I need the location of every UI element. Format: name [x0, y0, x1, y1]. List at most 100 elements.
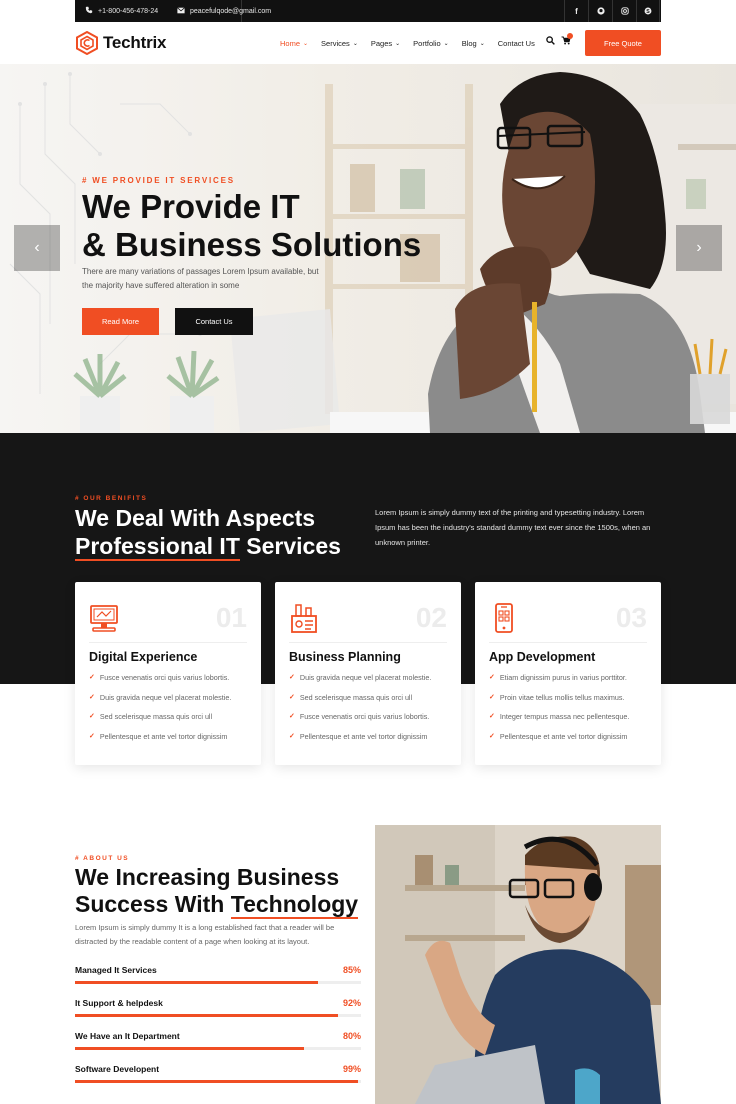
card-feature-list: ✓ Duis gravida neque vel placerat molesti…: [289, 673, 431, 751]
check-icon: ✓: [289, 713, 295, 720]
phone-contact[interactable]: +1-800-456-478-24: [85, 0, 158, 22]
skill-bar: Software Developent 99%: [75, 1064, 361, 1083]
check-icon: ✓: [89, 732, 95, 740]
skill-percent: 99%: [342, 1064, 361, 1074]
phone-icon: [85, 6, 93, 16]
list-item: ✓ Pellentesque et ante vel tortor digniss…: [289, 732, 431, 752]
skill-bar: It Support & helpdesk 92%: [75, 998, 361, 1017]
nav-item-pages[interactable]: Pages ⌄: [371, 39, 400, 48]
skill-percent: 80%: [342, 1031, 361, 1041]
skill-fill: [75, 981, 319, 984]
about-image: [375, 825, 661, 1104]
chevron-down-icon: ⌄: [303, 40, 309, 47]
skill-fill: [75, 1014, 339, 1017]
hero-title-line: We Provide IT: [82, 188, 300, 225]
email-contact[interactable]: peacefulqode@gmail.com: [177, 0, 271, 22]
read-more-button[interactable]: Read More: [82, 308, 159, 335]
list-item-text: Pellentesque et ante vel tortor dignissi…: [499, 731, 628, 741]
nav-menu: Home ⌄ Services ⌄ Pages ⌄ Portfolio ⌄ Bl…: [280, 22, 548, 64]
skill-percent: 92%: [342, 998, 361, 1008]
facebook-icon[interactable]: f: [564, 0, 588, 22]
check-icon: ✓: [289, 732, 295, 740]
skill-percent: 85%: [342, 965, 361, 975]
top-bar: +1-800-456-478-24 peacefulqode@gmail.com…: [0, 0, 736, 22]
email-address: peacefulqode@gmail.com: [190, 7, 272, 15]
list-item: ✓ Pellentesque et ante vel tortor digniss…: [489, 732, 629, 752]
service-card[interactable]: 01 Digital Experience ✓ Fusce venenatis o…: [75, 582, 261, 765]
contact-us-button[interactable]: Contact Us: [175, 308, 253, 335]
benefits-title-line: We Deal With Aspects: [75, 505, 316, 531]
benefits-title: We Deal With Aspects Professional IT Ser…: [75, 504, 341, 561]
logo-text: Techtrix: [103, 33, 167, 52]
free-quote-button[interactable]: Free Quote: [585, 30, 661, 56]
skill-bar: We Have an It Department 80%: [75, 1031, 361, 1050]
check-icon: ✓: [489, 732, 495, 740]
main-nav: Techtrix Home ⌄ Services ⌄ Pages ⌄ Portf…: [0, 22, 736, 64]
skill-fill: [75, 1047, 304, 1050]
nav-item-label: Blog: [461, 38, 477, 48]
list-item-text: Pellentesque et ante vel tortor dignissi…: [299, 731, 428, 741]
nav-item-label: Pages: [370, 38, 393, 48]
list-item-text: Sed scelerisque massa quis orci ull: [99, 712, 213, 721]
chevron-right-icon: ›: [696, 239, 702, 256]
list-item-text: Sed scelerisque massa quis orci ull: [299, 692, 413, 702]
prev-slide-button[interactable]: ‹: [14, 225, 60, 271]
card-number: 02: [415, 602, 447, 633]
chevron-down-icon: ⌄: [352, 40, 358, 47]
check-icon: ✓: [489, 693, 495, 701]
benefits-description: Lorem Ipsum is simply dummy text of the …: [375, 508, 651, 547]
phone-number: +1-800-456-478-24: [98, 7, 159, 15]
about-title-prefix: Success With: [75, 891, 231, 917]
github-icon[interactable]: [588, 0, 612, 22]
list-item: ✓ Duis gravida neque vel placerat molesti…: [289, 673, 431, 693]
skill-track: [75, 1047, 361, 1050]
benefits-title-line: Professional IT Services: [75, 532, 341, 561]
nav-item-contact[interactable]: Contact Us: [498, 39, 535, 48]
list-item-text: Fusce venenatis orci quis varius loborti…: [99, 673, 230, 682]
service-card[interactable]: 03 App Development ✓ Etiam dignissim puru…: [475, 582, 661, 765]
man-with-headset-photo: [375, 825, 661, 1104]
divider: [489, 642, 647, 643]
monitor-icon: [90, 605, 118, 632]
card-title: Business Planning: [289, 650, 401, 664]
top-bar-inner: +1-800-456-478-24 peacefulqode@gmail.com…: [75, 0, 661, 22]
mobile-app-icon: [495, 603, 513, 633]
list-item-text: Pellentesque et ante vel tortor dignissi…: [99, 731, 228, 741]
list-item-text: Etiam dignissim purus in varius porttito…: [499, 673, 627, 682]
list-item: ✓ Sed scelerisque massa quis orci ull: [89, 712, 231, 732]
list-item: ✓ Duis gravida neque vel placerat molesti…: [89, 693, 231, 713]
nav-item-services[interactable]: Services ⌄: [321, 39, 358, 48]
divider: [89, 642, 247, 643]
check-icon: ✓: [89, 674, 95, 681]
next-slide-button[interactable]: ›: [676, 225, 722, 271]
chevron-down-icon: ⌄: [443, 40, 449, 47]
check-icon: ✓: [89, 713, 95, 720]
nav-item-portfolio[interactable]: Portfolio ⌄: [413, 39, 449, 48]
hero-eyebrow: # WE PROVIDE IT SERVICES: [82, 176, 235, 185]
list-item: ✓ Integer tempus massa nec pellentesque.: [489, 712, 629, 732]
benefits-title-rest: Services: [239, 533, 341, 559]
nav-item-home[interactable]: Home ⌄: [280, 39, 308, 48]
card-title: App Development: [489, 650, 596, 664]
skype-icon[interactable]: S: [636, 0, 660, 22]
list-item-text: Proin vitae tellus mollis tellus maximus…: [499, 692, 625, 702]
hero-description-line: the majority have suffered alteration in…: [82, 281, 240, 290]
service-card[interactable]: 02 Business Planning ✓ Duis gravida neque…: [275, 582, 461, 765]
skill-track: [75, 1014, 361, 1017]
check-icon: ✓: [289, 674, 295, 681]
skill-label: It Support & helpdesk: [75, 998, 163, 1008]
benefits-title-highlight: Professional IT: [75, 533, 240, 561]
instagram-icon[interactable]: [612, 0, 636, 22]
skill-track: [75, 981, 361, 984]
check-icon: ✓: [289, 693, 295, 701]
check-icon: ✓: [489, 674, 495, 681]
nav-item-label: Services: [321, 38, 350, 48]
nav-item-blog[interactable]: Blog ⌄: [462, 39, 485, 48]
check-icon: ✓: [489, 713, 495, 720]
list-item: ✓ Etiam dignissim purus in varius porttit…: [489, 673, 629, 693]
search-icon[interactable]: [546, 36, 555, 48]
logo[interactable]: Techtrix: [75, 31, 166, 55]
card-feature-list: ✓ Fusce venenatis orci quis varius lobort…: [89, 673, 231, 751]
list-item: ✓ Proin vitae tellus mollis tellus maximu…: [489, 693, 629, 713]
hero-description: There are many variations of passages Lo…: [82, 265, 342, 293]
